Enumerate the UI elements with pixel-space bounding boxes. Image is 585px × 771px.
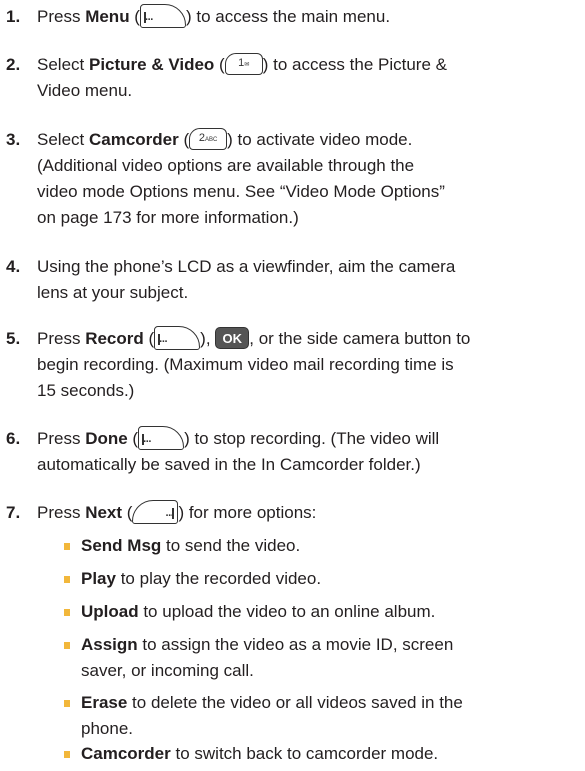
- step-number: 5.: [6, 329, 21, 348]
- step-number: 7.: [6, 503, 21, 522]
- step-number: 6.: [6, 429, 21, 448]
- step-text: Press Next (···) for more options:: [37, 499, 577, 526]
- bullet-icon: [64, 751, 70, 758]
- bullet-icon: [64, 543, 70, 550]
- step-text: Press Done (···) to stop recording. (The…: [37, 425, 577, 478]
- step-text: Select Camcorder (2ABC) to activate vide…: [37, 127, 577, 231]
- step-text: Select Picture & Video (1✉) to access th…: [37, 52, 577, 104]
- key-2-icon: 2ABC: [189, 127, 228, 150]
- step-text: Press Record (···), OK, or the side came…: [37, 325, 577, 404]
- picture-video-term: Picture & Video: [88, 55, 215, 74]
- bullet-icon: [64, 700, 70, 707]
- ok-key-icon: OK: [215, 326, 250, 349]
- key-1-icon: 1✉: [224, 52, 263, 75]
- left-softkey-icon: ···: [138, 425, 185, 450]
- left-softkey-icon: ···: [154, 325, 201, 350]
- instruction-page: 1. Press Menu (···) to access the main m…: [0, 0, 585, 771]
- done-term: Done: [85, 429, 128, 448]
- step-text: Using the phone’s LCD as a viewfinder, a…: [37, 257, 456, 302]
- step-number: 2.: [6, 55, 21, 74]
- left-softkey-icon: ···: [139, 3, 186, 28]
- next-term: Next: [85, 503, 123, 522]
- step-number: 4.: [6, 257, 21, 276]
- camcorder-term: Camcorder: [88, 130, 179, 149]
- menu-term: Menu: [85, 7, 130, 26]
- bullet-icon: [64, 609, 70, 616]
- bullet-icon: [64, 642, 70, 649]
- step-text: Press Menu (···) to access the main menu…: [37, 3, 577, 30]
- step-number: 3.: [6, 130, 21, 149]
- bullet-icon: [64, 576, 70, 583]
- right-softkey-icon: ···: [132, 499, 179, 524]
- record-term: Record: [85, 329, 144, 348]
- step-number: 1.: [6, 7, 21, 26]
